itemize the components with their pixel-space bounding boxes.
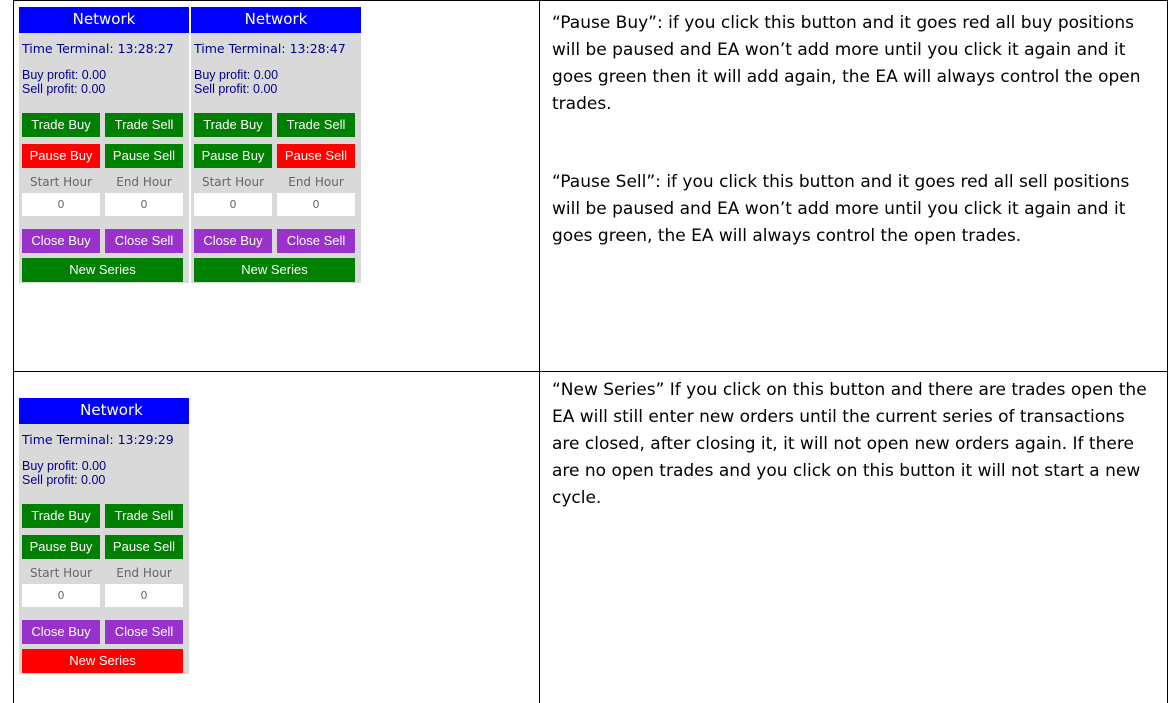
trade-buy-button[interactable]: Trade Buy xyxy=(22,113,100,137)
buy-profit: Buy profit: 0.00 xyxy=(22,459,107,473)
trade-sell-button[interactable]: Trade Sell xyxy=(277,113,355,137)
trade-buy-button[interactable]: Trade Buy xyxy=(22,504,100,528)
close-sell-button[interactable]: Close Sell xyxy=(105,620,183,644)
end-hour-label: End Hour xyxy=(116,566,172,580)
pause-sell-description: “Pause Sell”: if you click this button a… xyxy=(552,172,1130,246)
end-hour-input[interactable] xyxy=(277,193,355,216)
buy-profit: Buy profit: 0.00 xyxy=(22,68,107,82)
pause-sell-button[interactable]: Pause Sell xyxy=(277,144,355,168)
start-hour-label: Start Hour xyxy=(29,175,93,189)
pause-buy-button[interactable]: Pause Buy xyxy=(22,535,100,559)
panel-title: Network xyxy=(19,398,189,424)
table-border-left xyxy=(13,0,14,703)
table-border-top xyxy=(13,0,1168,1)
start-hour-label: Start Hour xyxy=(29,566,93,580)
pause-buy-button[interactable]: Pause Buy xyxy=(194,144,272,168)
table-column-divider xyxy=(539,0,540,703)
new-series-button[interactable]: New Series xyxy=(22,649,183,673)
close-buy-button[interactable]: Close Buy xyxy=(22,620,100,644)
close-buy-button[interactable]: Close Buy xyxy=(194,229,272,253)
buy-profit: Buy profit: 0.00 xyxy=(194,68,279,82)
start-hour-input[interactable] xyxy=(22,193,100,216)
close-buy-button[interactable]: Close Buy xyxy=(22,229,100,253)
end-hour-input[interactable] xyxy=(105,193,183,216)
end-hour-input[interactable] xyxy=(105,584,183,607)
ea-control-panel: Network Time Terminal: 13:29:29 Buy prof… xyxy=(19,398,189,674)
close-sell-button[interactable]: Close Sell xyxy=(277,229,355,253)
new-series-description: “New Series” If you click on this button… xyxy=(552,380,1147,508)
panel-title: Network xyxy=(191,7,361,33)
table-border-right xyxy=(1167,0,1168,703)
trade-sell-button[interactable]: Trade Sell xyxy=(105,504,183,528)
ea-control-panel: Network Time Terminal: 13:28:47 Buy prof… xyxy=(191,7,361,283)
pause-buy-description: “Pause Buy”: if you click this button an… xyxy=(552,13,1141,114)
start-hour-input[interactable] xyxy=(22,584,100,607)
close-sell-button[interactable]: Close Sell xyxy=(105,229,183,253)
pause-sell-button[interactable]: Pause Sell xyxy=(105,144,183,168)
sell-profit: Sell profit: 0.00 xyxy=(194,82,278,96)
sell-profit: Sell profit: 0.00 xyxy=(22,473,106,487)
start-hour-label: Start Hour xyxy=(201,175,265,189)
new-series-button[interactable]: New Series xyxy=(194,258,355,282)
time-terminal: Time Terminal: 13:28:27 xyxy=(22,41,174,56)
start-hour-input[interactable] xyxy=(194,193,272,216)
panel-title: Network xyxy=(19,7,189,33)
end-hour-label: End Hour xyxy=(288,175,344,189)
time-terminal: Time Terminal: 13:29:29 xyxy=(22,432,174,447)
ea-control-panel: Network Time Terminal: 13:28:27 Buy prof… xyxy=(19,7,189,283)
pause-sell-button[interactable]: Pause Sell xyxy=(105,535,183,559)
sell-profit: Sell profit: 0.00 xyxy=(22,82,106,96)
pause-buy-button[interactable]: Pause Buy xyxy=(22,144,100,168)
time-terminal: Time Terminal: 13:28:47 xyxy=(194,41,346,56)
trade-buy-button[interactable]: Trade Buy xyxy=(194,113,272,137)
new-series-button[interactable]: New Series xyxy=(22,258,183,282)
end-hour-label: End Hour xyxy=(116,175,172,189)
table-border-middle xyxy=(13,371,1168,372)
trade-sell-button[interactable]: Trade Sell xyxy=(105,113,183,137)
